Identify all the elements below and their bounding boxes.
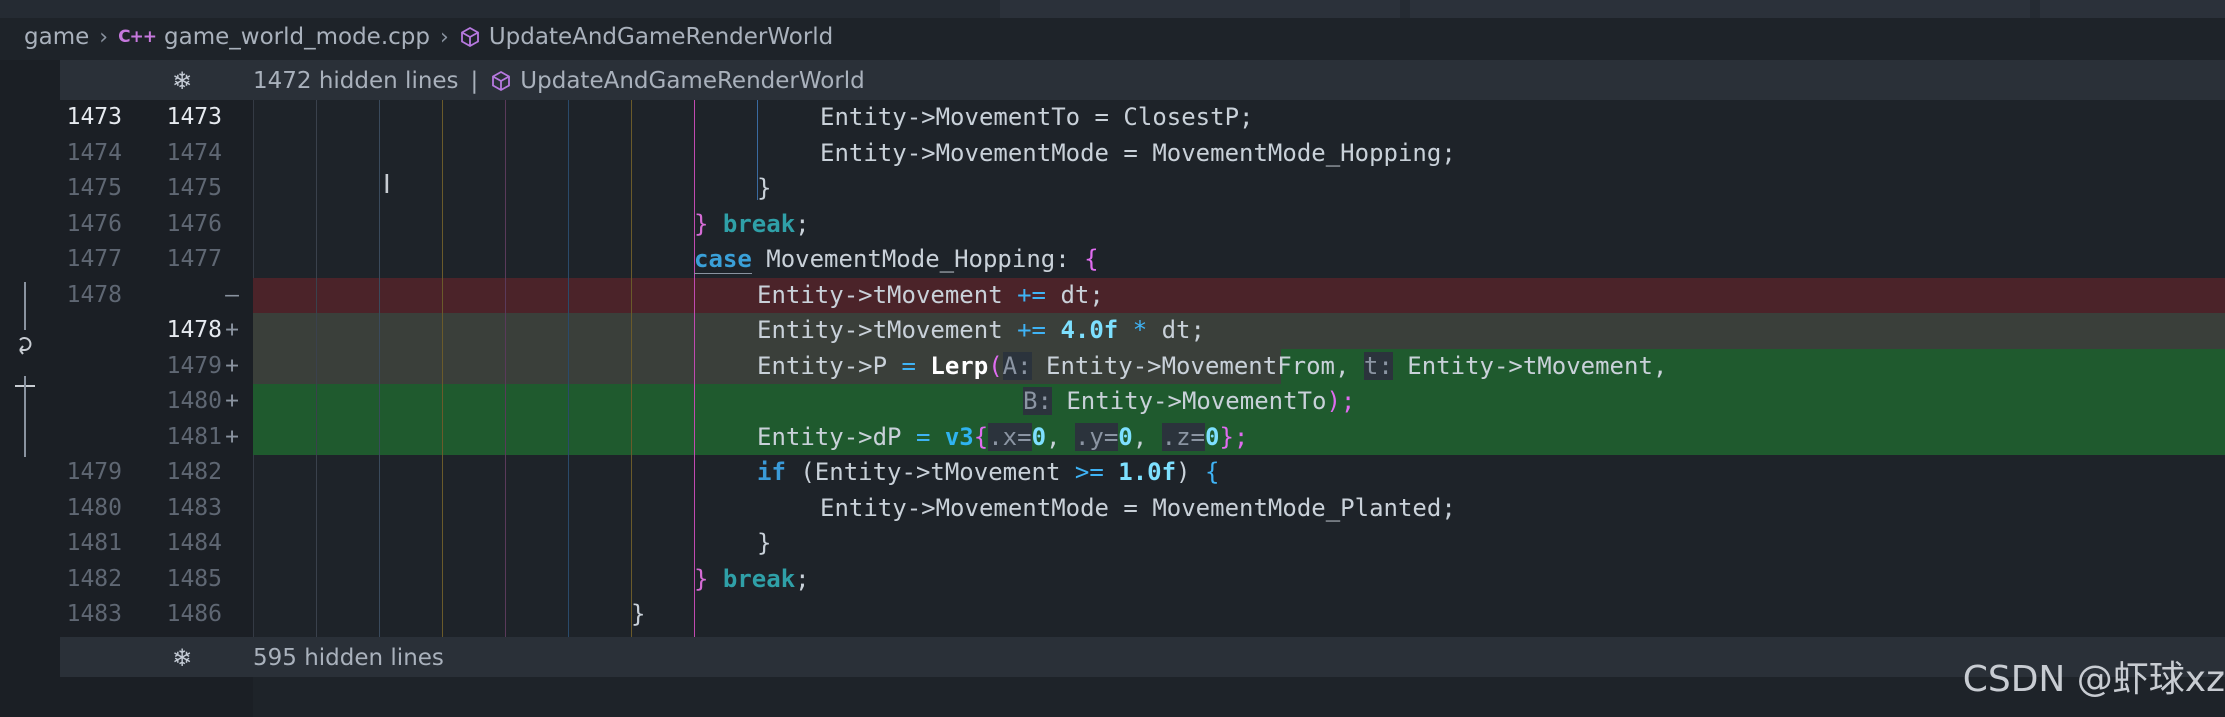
revert-hunk-icon[interactable] (15, 282, 35, 457)
code-line[interactable]: Entity->tMovement += dt; (757, 278, 1104, 314)
breadcrumb: game › C++ game_world_mode.cpp › UpdateA… (0, 18, 2225, 56)
token-number: 0 (1031, 422, 1047, 451)
token: ); (1326, 387, 1356, 415)
token: Entity->MovementTo (1051, 387, 1327, 415)
code-line[interactable]: Entity->MovementMode = MovementMode_Plan… (820, 491, 1456, 527)
token: Entity->MovementFrom, (1031, 351, 1364, 380)
breadcrumb-symbol[interactable]: UpdateAndGameRenderWorld (489, 24, 833, 50)
token: Entity->tMovement, (1392, 351, 1668, 380)
code-line[interactable]: } (757, 526, 771, 562)
token: ) (1176, 458, 1205, 486)
token: { (1204, 458, 1220, 486)
breadcrumb-folder[interactable]: game (24, 24, 89, 50)
token: } (694, 209, 709, 238)
expand-unchanged-icon[interactable]: ❄ (172, 644, 192, 672)
token-operator: * (1132, 316, 1148, 344)
code-line[interactable]: } (757, 171, 771, 207)
banner-separator: | (470, 68, 479, 94)
token: { (973, 422, 989, 451)
token-number: 1.0f (1118, 458, 1177, 486)
token: Entity->dP (757, 422, 916, 451)
token-number: 0 (1118, 422, 1133, 451)
code-line[interactable]: Entity->MovementTo = ClosestP; (820, 100, 1253, 136)
token: dt; (1046, 280, 1104, 309)
token: ; (795, 209, 810, 238)
code-line[interactable]: } (631, 597, 645, 633)
code-line[interactable]: } break; (694, 562, 810, 598)
hidden-lines-count: 1472 hidden lines (253, 68, 459, 94)
hidden-lines-banner-top[interactable]: ❄ 1472 hidden lines | UpdateAndGameRende… (60, 60, 2225, 100)
breadcrumb-file[interactable]: game_world_mode.cpp (164, 24, 430, 50)
token-keyword: if (757, 458, 786, 486)
token: ( (988, 351, 1003, 380)
token-keyword: break (722, 564, 796, 593)
code-line[interactable]: Entity->tMovement += 4.0f * dt; (757, 313, 1205, 349)
token-keyword: break (722, 209, 796, 238)
token: , (1132, 422, 1162, 451)
inlay-hint: .x= (988, 422, 1032, 451)
inlay-hint: B: (1023, 387, 1052, 415)
inlay-hint: A: (1002, 351, 1032, 380)
code-line[interactable]: if (Entity->tMovement >= 1.0f) { (757, 455, 1219, 491)
code-line[interactable]: Entity->MovementMode = MovementMode_Hopp… (820, 136, 1456, 172)
token-function: Lerp (930, 351, 989, 380)
chevron-right-icon: › (99, 24, 109, 50)
cpp-file-icon: C++ (118, 27, 157, 47)
banner-symbol: UpdateAndGameRenderWorld (520, 68, 865, 94)
token-operator: += (1017, 280, 1046, 309)
code-line[interactable]: case MovementMode_Hopping: { (694, 242, 1099, 278)
watermark: CSDN @虾球xz (1962, 659, 2225, 700)
tab-strip-segment (1410, 0, 2030, 18)
token: (Entity->tMovement (785, 458, 1075, 486)
inlay-hint: t: (1363, 351, 1393, 380)
token: MovementMode_Hopping: (751, 245, 1085, 273)
symbol-method-icon (460, 26, 479, 48)
token-number: 0 (1205, 422, 1220, 451)
inlay-hint: .z= (1161, 422, 1206, 451)
tab-strip-segment (2040, 0, 2225, 18)
hidden-lines-count: 595 hidden lines (253, 645, 444, 671)
token: ; (795, 564, 810, 593)
token-keyword: case (694, 245, 752, 274)
token: Entity->tMovement (757, 316, 1018, 344)
inlay-hint: .y= (1074, 422, 1119, 451)
token: { (1084, 245, 1099, 273)
token: Entity->P (757, 351, 902, 380)
token: } (694, 564, 709, 593)
token-type: v3 (944, 422, 974, 451)
token: }; (1219, 422, 1249, 451)
editor-tab-strip (0, 0, 2225, 18)
token: dt; (1147, 316, 1205, 344)
token-number: 4.0f (1060, 316, 1119, 344)
token: , (1046, 422, 1075, 451)
token-operator: >= (1074, 458, 1104, 486)
gutter-filler (60, 677, 253, 717)
hidden-lines-banner-bottom[interactable]: ❄ 595 hidden lines (60, 637, 2225, 677)
token: Entity->tMovement (757, 280, 1018, 309)
token-operator: += (1017, 316, 1046, 344)
expand-unchanged-icon[interactable]: ❄ (172, 67, 192, 95)
text-cursor-icon: I (383, 170, 391, 200)
chevron-right-icon: › (440, 24, 449, 50)
code-line[interactable]: Entity->dP = v3{.x=0, .y=0, .z=0}; (757, 420, 1248, 456)
token-operator: = (915, 422, 931, 451)
code-line[interactable]: } break; (694, 207, 810, 243)
symbol-method-icon (492, 70, 511, 92)
code-line[interactable]: B: Entity->MovementTo); (1023, 384, 1355, 420)
tab-strip-segment (1000, 0, 1400, 18)
code-line[interactable]: Entity->P = Lerp(A: Entity->MovementFrom… (757, 349, 1667, 385)
token-operator: = (901, 351, 916, 380)
